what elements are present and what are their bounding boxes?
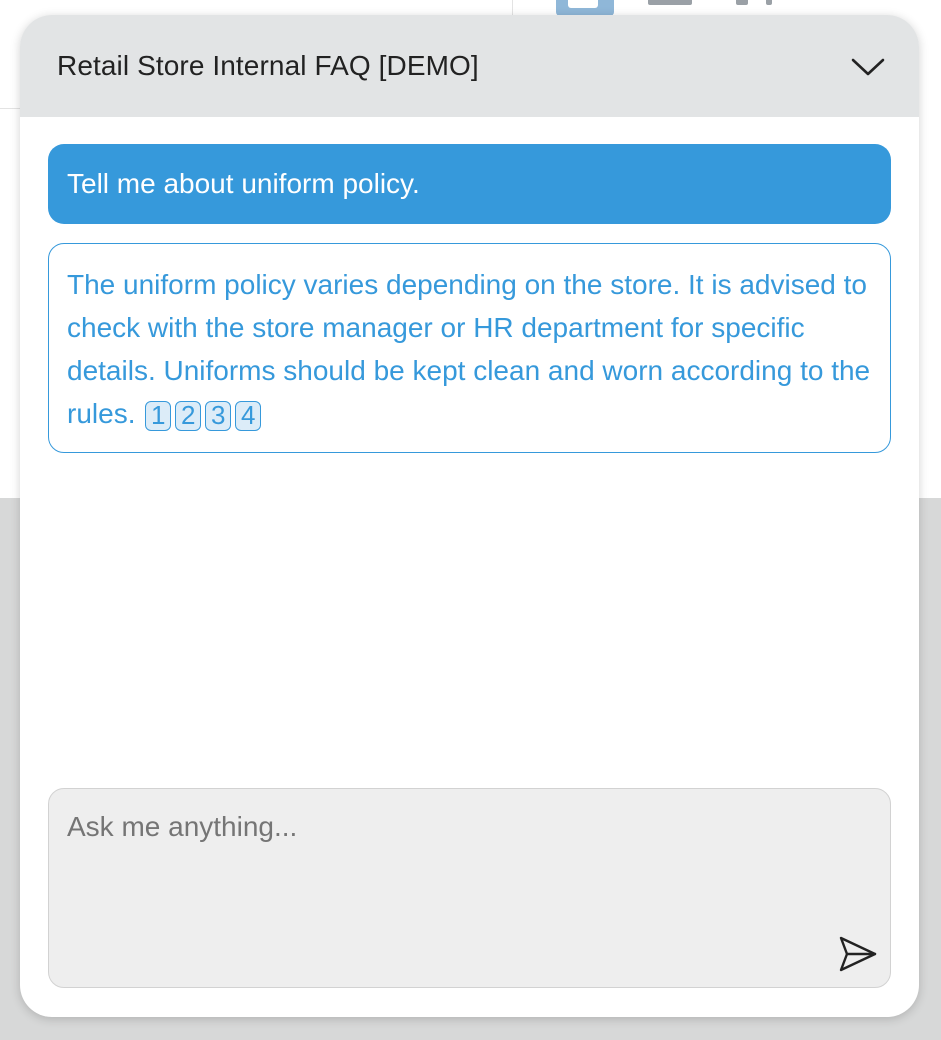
background-vertical-divider — [512, 0, 513, 16]
send-icon — [839, 936, 877, 972]
user-message-text: Tell me about uniform policy. — [67, 168, 420, 199]
background-text-fragment — [736, 0, 748, 5]
background-text-fragment — [766, 0, 772, 5]
message-input[interactable] — [49, 789, 809, 987]
chat-widget: Retail Store Internal FAQ [DEMO] Tell me… — [20, 15, 919, 1017]
user-message: Tell me about uniform policy. — [48, 144, 891, 224]
chat-title: Retail Store Internal FAQ [DEMO] — [57, 50, 479, 81]
bot-message: The uniform policy varies depending on t… — [48, 243, 891, 453]
send-button[interactable] — [836, 934, 880, 974]
chevron-down-icon — [851, 58, 885, 76]
citation-badge[interactable]: 3 — [205, 400, 232, 431]
message-input-box — [48, 788, 891, 988]
citation-badge[interactable]: 1 — [145, 400, 172, 431]
citation-badge[interactable]: 4 — [235, 400, 262, 431]
citation-badge[interactable]: 2 — [175, 400, 202, 431]
background-text-fragment — [648, 0, 692, 5]
background-thumbnail — [556, 0, 614, 16]
collapse-button[interactable] — [846, 47, 890, 87]
citation-list: 1 2 3 4 — [145, 400, 262, 431]
chat-header: Retail Store Internal FAQ [DEMO] — [20, 15, 919, 117]
